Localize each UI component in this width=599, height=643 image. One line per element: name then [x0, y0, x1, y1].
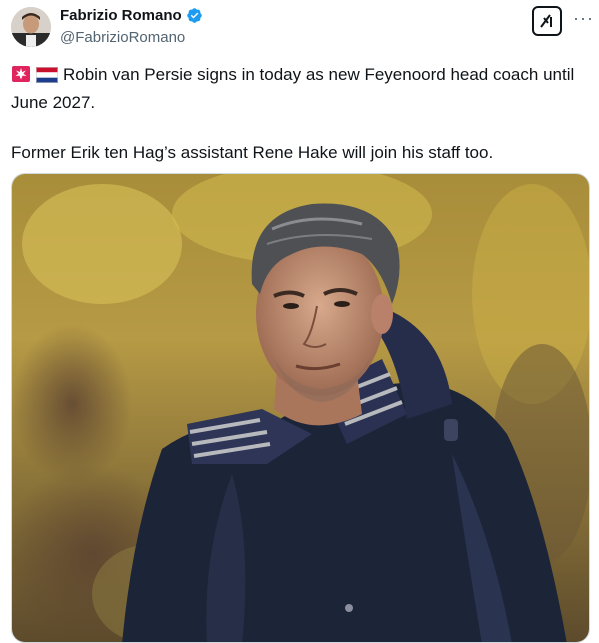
more-options-button[interactable]: ··· — [573, 8, 594, 29]
tweet-text: Robin van Persie signs in today as new F… — [11, 62, 581, 165]
netherlands-flag-icon — [36, 65, 58, 90]
tweet-paragraph-2: Former Erik ten Hag’s assistant Rene Hak… — [11, 140, 581, 165]
display-name[interactable]: Fabrizio Romano — [60, 7, 182, 24]
avatar-photo — [11, 7, 51, 47]
author-name-row[interactable]: Fabrizio Romano — [60, 7, 203, 24]
tweet-paragraph-1: Robin van Persie signs in today as new F… — [11, 62, 581, 115]
portrait-photo — [12, 174, 589, 642]
verified-badge-icon — [186, 8, 202, 23]
grok-button[interactable] — [532, 6, 562, 36]
siren-icon — [11, 65, 31, 90]
tweet-line-2: Former Erik ten Hag’s assistant Rene Hak… — [11, 143, 494, 162]
avatar[interactable] — [11, 7, 51, 47]
tweet-line-1: Robin van Persie signs in today as new F… — [11, 65, 575, 112]
tweet-media[interactable] — [11, 173, 590, 643]
more-horizontal-icon: ··· — [573, 8, 594, 28]
author-handle[interactable]: @FabrizioRomano — [60, 29, 185, 46]
grok-icon — [540, 14, 552, 28]
